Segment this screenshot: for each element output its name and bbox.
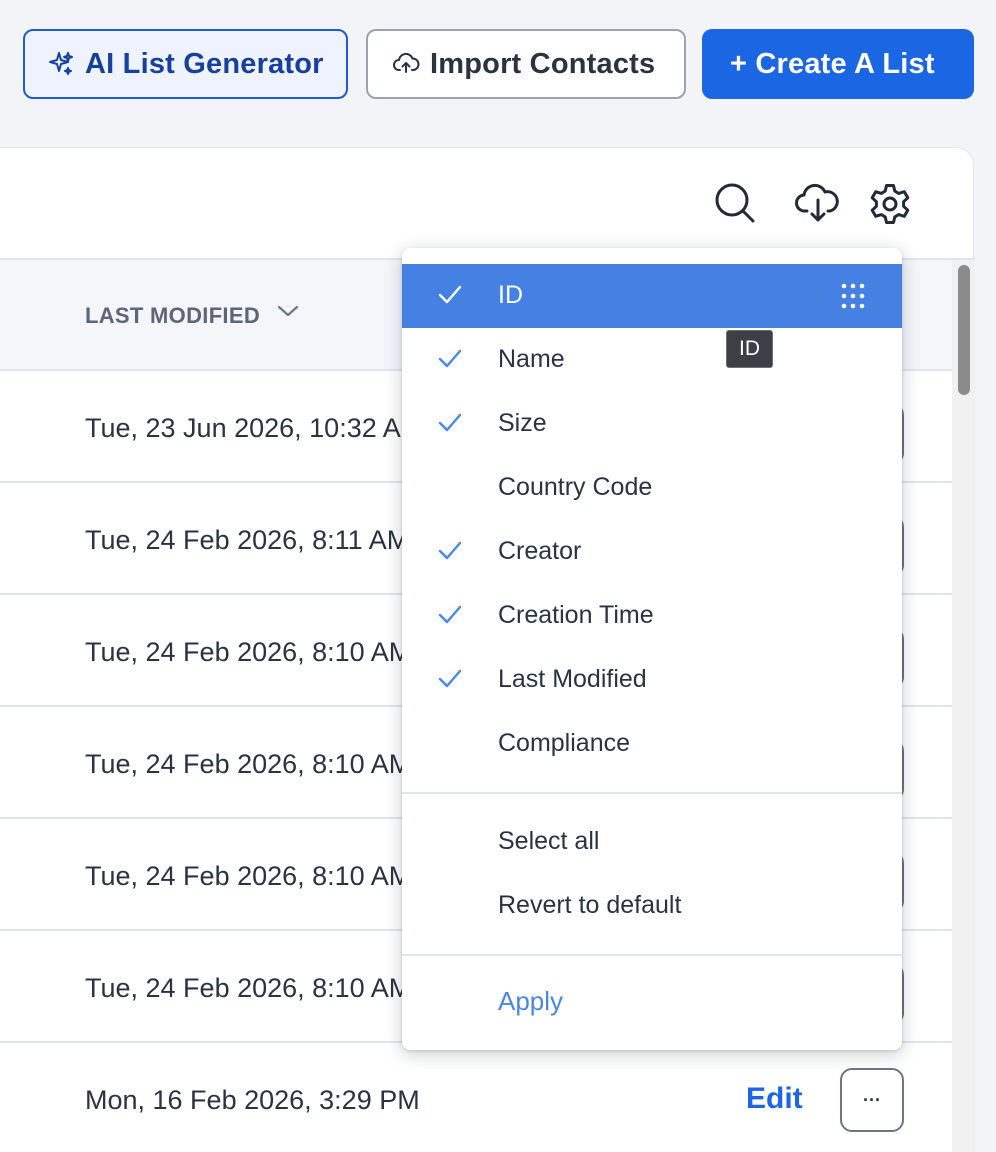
column-option-label: Creator xyxy=(498,537,582,565)
tooltip: ID xyxy=(726,330,773,368)
menu-divider xyxy=(402,954,902,956)
check-icon xyxy=(437,412,463,434)
gear-icon[interactable] xyxy=(866,180,914,228)
check-icon xyxy=(437,540,463,562)
ellipsis-icon: ··· xyxy=(863,1090,881,1110)
import-contacts-button[interactable]: Import Contacts xyxy=(366,29,686,99)
edit-link[interactable]: Edit xyxy=(746,1082,803,1116)
cloud-download-icon[interactable] xyxy=(794,180,842,226)
select-all-label: Select all xyxy=(498,827,600,855)
last-modified-cell: Tue, 24 Feb 2026, 8:10 AM xyxy=(85,749,412,779)
ai-list-generator-label: AI List Generator xyxy=(85,47,324,80)
check-icon xyxy=(437,348,463,370)
import-contacts-label: Import Contacts xyxy=(430,47,656,80)
column-option-label: Last Modified xyxy=(498,665,647,693)
column-option-size[interactable]: Size xyxy=(402,392,902,456)
sparkle-icon xyxy=(47,50,75,78)
create-list-button[interactable]: + Create A List xyxy=(702,29,974,99)
drag-handle-icon[interactable] xyxy=(840,282,866,310)
last-modified-cell: Tue, 24 Feb 2026, 8:11 AM xyxy=(85,525,410,555)
revert-to-default-option[interactable]: Revert to default xyxy=(402,874,902,938)
column-option-country-code[interactable]: Country Code xyxy=(402,456,902,520)
column-option-label: Country Code xyxy=(498,473,653,501)
menu-divider xyxy=(402,792,902,794)
column-option-label: ID xyxy=(498,281,523,309)
last-modified-cell: Tue, 24 Feb 2026, 8:10 AM xyxy=(85,637,412,667)
last-modified-cell: Mon, 16 Feb 2026, 3:29 PM xyxy=(85,1085,420,1115)
column-option-creator[interactable]: Creator xyxy=(402,520,902,584)
check-icon xyxy=(437,604,463,626)
column-option-label: Creation Time xyxy=(498,601,654,629)
column-option-name[interactable]: Name xyxy=(402,328,902,392)
last-modified-cell: Tue, 23 Jun 2026, 10:32 AM xyxy=(85,413,424,443)
last-modified-cell: Tue, 24 Feb 2026, 8:10 AM xyxy=(85,973,412,1003)
revert-to-default-label: Revert to default xyxy=(498,891,682,919)
sort-chevron-icon[interactable] xyxy=(277,302,299,325)
column-option-last-modified[interactable]: Last Modified xyxy=(402,648,902,712)
select-all-option[interactable]: Select all xyxy=(402,810,902,874)
last-modified-header[interactable]: LAST MODIFIED xyxy=(85,303,260,329)
column-option-label: Name xyxy=(498,345,565,373)
column-option-creation-time[interactable]: Creation Time xyxy=(402,584,902,648)
more-actions-button[interactable]: ··· xyxy=(840,1068,904,1132)
ai-list-generator-button[interactable]: AI List Generator xyxy=(23,29,348,99)
table-row: Mon, 16 Feb 2026, 3:29 PM xyxy=(0,1043,952,1152)
column-chooser-menu: ID Name Size Country Code Creator Creati… xyxy=(402,248,902,1050)
column-option-id[interactable]: ID xyxy=(402,264,902,328)
check-icon xyxy=(437,284,463,306)
last-modified-cell: Tue, 24 Feb 2026, 8:10 AM xyxy=(85,861,412,891)
check-icon xyxy=(437,668,463,690)
scrollbar-thumb[interactable] xyxy=(958,265,970,395)
search-icon[interactable] xyxy=(712,180,758,226)
column-option-label: Compliance xyxy=(498,729,631,757)
cloud-upload-icon xyxy=(392,50,420,78)
column-option-label: Size xyxy=(498,409,547,437)
apply-button[interactable]: Apply xyxy=(498,986,563,1017)
column-option-compliance[interactable]: Compliance xyxy=(402,712,902,776)
create-list-label: + Create A List xyxy=(730,47,935,80)
